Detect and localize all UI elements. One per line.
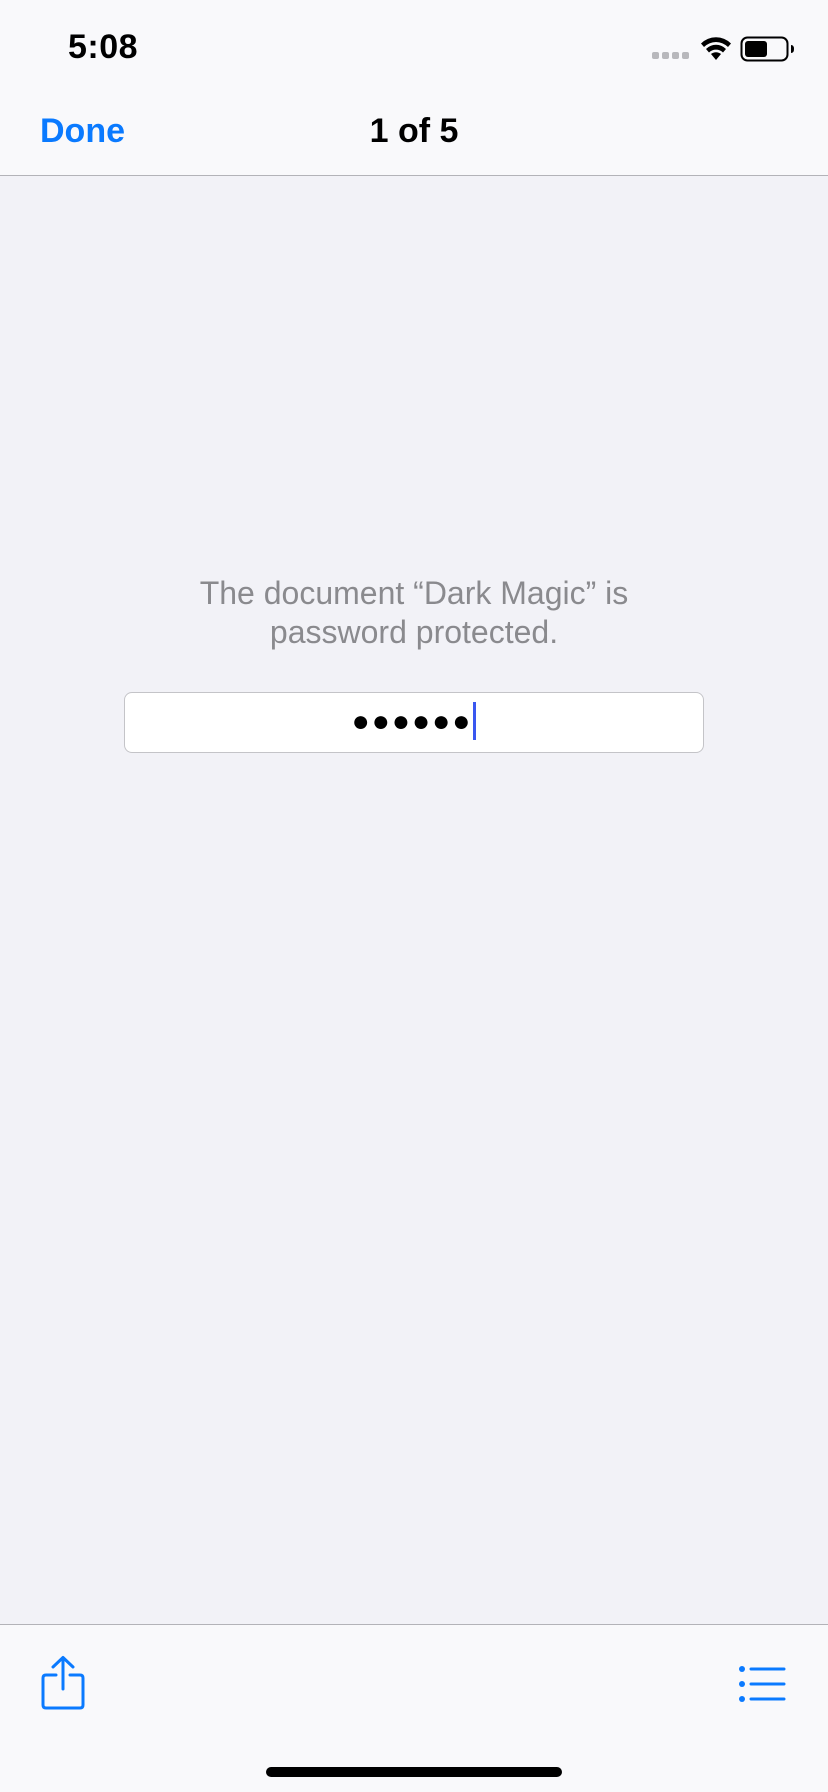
status-time: 5:08 bbox=[68, 28, 139, 66]
status-bar: 5:08 bbox=[0, 0, 828, 88]
password-field[interactable]: ●●●●●● bbox=[124, 692, 704, 753]
share-icon[interactable] bbox=[40, 1655, 86, 1711]
signal-icon bbox=[652, 52, 689, 59]
wifi-icon bbox=[701, 37, 731, 60]
page-counter-title: 1 of 5 bbox=[369, 112, 459, 150]
message-line-1: The document “Dark Magic” is bbox=[199, 575, 629, 611]
navigation-bar: Done 1 of 5 bbox=[0, 88, 828, 176]
message-line-2: password protected. bbox=[269, 614, 559, 650]
list-icon[interactable] bbox=[738, 1665, 786, 1703]
battery-icon bbox=[740, 36, 794, 62]
home-indicator[interactable] bbox=[266, 1767, 562, 1777]
bottom-toolbar bbox=[0, 1624, 828, 1792]
text-caret bbox=[473, 702, 477, 741]
password-value-container: ●●●●●● bbox=[125, 702, 703, 742]
password-protected-message: The document “Dark Magic” is password pr… bbox=[0, 574, 828, 652]
password-masked-value: ●●●●●● bbox=[351, 705, 473, 738]
